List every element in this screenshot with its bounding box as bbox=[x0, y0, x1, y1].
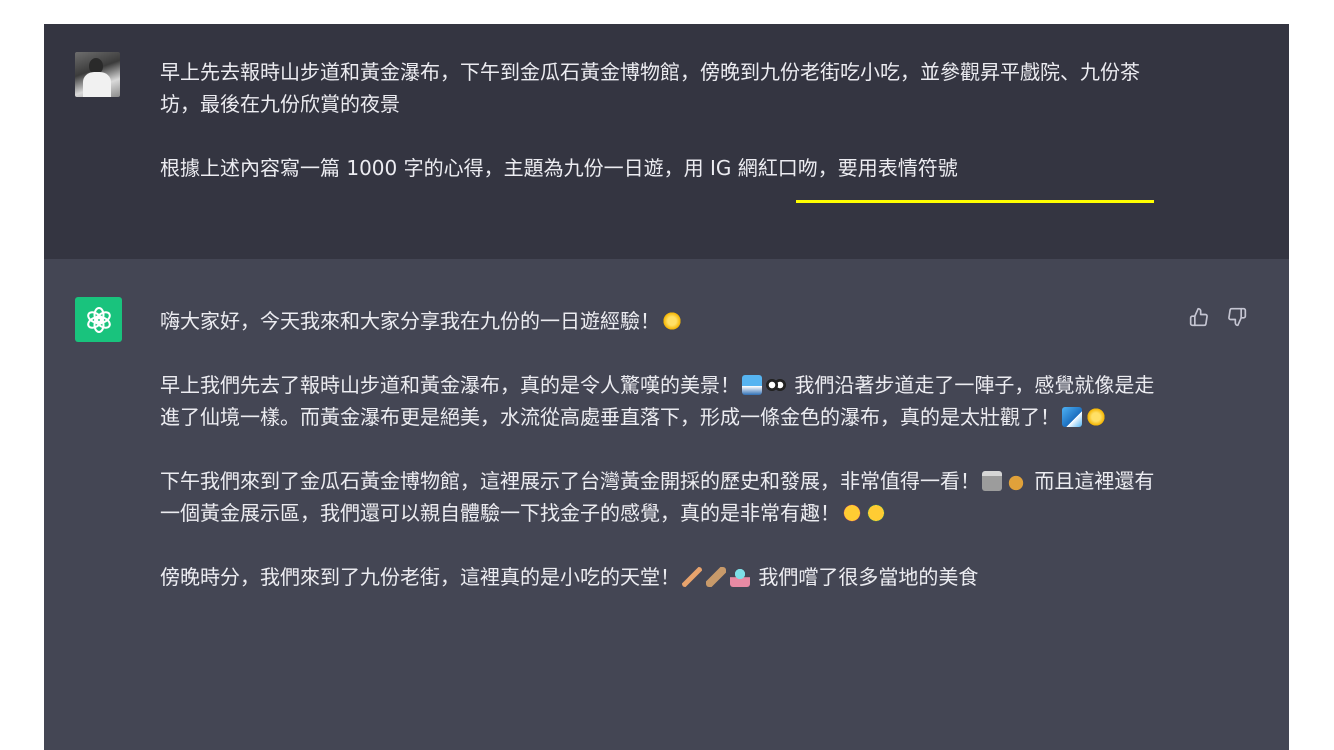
user-photo-avatar bbox=[75, 52, 120, 97]
money-bag-emoji-icon bbox=[1006, 471, 1026, 491]
assistant-p2-text-a: 早上我們先去了報時山步道和黃金瀑布，真的是令人驚嘆的美景！ bbox=[160, 373, 740, 397]
eyes-emoji-icon bbox=[766, 375, 786, 395]
assistant-message-text: 嗨大家好，今天我來和大家分享我在九份的一日遊經驗！ 早上我們先去了報時山步道和黃… bbox=[160, 305, 1170, 625]
assistant-paragraph-1: 嗨大家好，今天我來和大家分享我在九份的一日遊經驗！ bbox=[160, 305, 1170, 337]
thumbs-up-icon[interactable] bbox=[1187, 305, 1211, 329]
assistant-paragraph-3: 下午我們來到了金瓜石黃金博物館，這裡展示了台灣黃金開採的歷史和發展，非常值得一看… bbox=[160, 465, 1170, 529]
assistant-p4-text-a: 傍晚時分，我們來到了九份老街，這裡真的是小吃的天堂！ bbox=[160, 565, 680, 589]
ice-cream-emoji-icon bbox=[730, 567, 750, 587]
user-paragraph-1: 早上先去報時山步道和黃金瀑布，下午到金瓜石黃金博物館，傍晚到九份老街吃小吃，並參… bbox=[160, 60, 1140, 116]
user-paragraph-2-plain: 根據上述內容寫一篇 1000 字的心得，主題為九份一日遊， bbox=[160, 156, 684, 180]
user-message: 早上先去報時山步道和黃金瀑布，下午到金瓜石黃金博物館，傍晚到九份老街吃小吃，並參… bbox=[44, 24, 1289, 259]
openai-logo-svg bbox=[86, 306, 111, 333]
openai-logo-icon bbox=[75, 297, 122, 342]
assistant-p3-text-a: 下午我們來到了金瓜石黃金博物館，這裡展示了台灣黃金開採的歷史和發展，非常值得一看… bbox=[160, 469, 980, 493]
sparkle-emoji-icon bbox=[1086, 407, 1106, 427]
chat-frame: 早上先去報時山步道和黃金瀑布，下午到金瓜石黃金博物館，傍晚到九份老街吃小吃，並參… bbox=[44, 24, 1289, 750]
assistant-p1-text: 嗨大家好，今天我來和大家分享我在九份的一日遊經驗！ bbox=[160, 309, 660, 333]
user-paragraph-2-highlight: 用 IG 網紅口吻，要用表情符號 bbox=[683, 156, 958, 180]
avatar-body bbox=[83, 72, 111, 97]
assistant-paragraph-4: 傍晚時分，我們來到了九份老街，這裡真的是小吃的天堂！ 我們嚐了很多當地的美食 bbox=[160, 561, 1170, 593]
museum-emoji-icon bbox=[982, 471, 1002, 491]
user-paragraph-2: 根據上述內容寫一篇 1000 字的心得，主題為九份一日遊，用 IG 網紅口吻，要… bbox=[160, 152, 1170, 184]
assistant-p4-text-b: 我們嚐了很多當地的美食 bbox=[752, 565, 979, 589]
landscape-emoji-icon bbox=[742, 375, 762, 395]
skewer-emoji-icon bbox=[682, 567, 702, 587]
highlight-underline bbox=[796, 200, 1154, 203]
money-mouth-emoji-icon bbox=[866, 503, 886, 523]
star-struck-emoji-icon bbox=[842, 503, 862, 523]
wave-emoji-icon bbox=[1062, 407, 1082, 427]
assistant-message: 嗨大家好，今天我來和大家分享我在九份的一日遊經驗！ 早上我們先去了報時山步道和黃… bbox=[44, 259, 1289, 750]
feedback-actions bbox=[1187, 305, 1249, 329]
oden-emoji-icon bbox=[706, 567, 726, 587]
sparkle-emoji-icon bbox=[662, 311, 682, 331]
assistant-paragraph-2: 早上我們先去了報時山步道和黃金瀑布，真的是令人驚嘆的美景！ 我們沿著步道走了一陣… bbox=[160, 369, 1170, 433]
thumbs-down-icon[interactable] bbox=[1225, 305, 1249, 329]
user-message-text: 早上先去報時山步道和黃金瀑布，下午到金瓜石黃金博物館，傍晚到九份老街吃小吃，並參… bbox=[160, 56, 1170, 216]
